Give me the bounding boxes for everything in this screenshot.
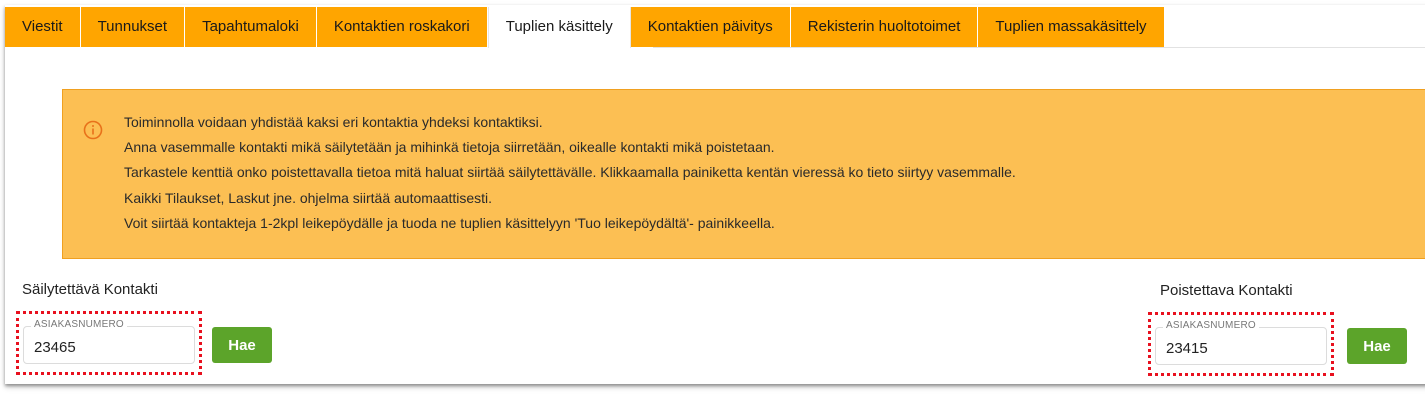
info-text: Toiminnolla voidaan yhdistää kaksi eri k… bbox=[124, 110, 1016, 236]
keep-field-label: ASIAKASNUMERO bbox=[31, 319, 127, 330]
tab-rekisterin-huoltotoimet[interactable]: Rekisterin huoltotoimet bbox=[790, 7, 979, 47]
tab-bar: Viestit Tunnukset Tapahtumaloki Kontakti… bbox=[5, 7, 1165, 49]
remove-contact-title: Poistettava Kontakti bbox=[1160, 282, 1293, 299]
info-box: Toiminnolla voidaan yhdistää kaksi eri k… bbox=[62, 89, 1425, 259]
remove-customer-number-input[interactable] bbox=[1166, 337, 1316, 359]
remove-search-button[interactable]: Hae bbox=[1347, 328, 1407, 364]
info-line: Tarkastele kenttiä onko poistettavalla t… bbox=[124, 164, 1016, 181]
main-panel: Viestit Tunnukset Tapahtumaloki Kontakti… bbox=[5, 5, 1425, 384]
keep-contact-title: Säilytettävä Kontakti bbox=[22, 281, 158, 298]
tab-tapahtumaloki[interactable]: Tapahtumaloki bbox=[185, 7, 317, 47]
tab-kontaktien-paivitys[interactable]: Kontaktien päivitys bbox=[630, 7, 791, 47]
remove-customer-number-field: ASIAKASNUMERO bbox=[1155, 320, 1327, 365]
tab-tunnukset[interactable]: Tunnukset bbox=[80, 7, 186, 47]
info-line: Anna vasemmalle kontakti mikä säilytetää… bbox=[124, 139, 775, 156]
info-line: Kaikki Tilaukset, Laskut jne. ohjelma si… bbox=[124, 189, 493, 206]
tab-divider bbox=[653, 47, 1425, 48]
tab-tuplien-kasittely[interactable]: Tuplien käsittely bbox=[487, 7, 631, 48]
info-icon bbox=[83, 120, 103, 140]
info-line: Voit siirtää kontakteja 1-2kpl leikepöyd… bbox=[124, 214, 775, 231]
tab-tuplien-massakasittely[interactable]: Tuplien massakäsittely bbox=[978, 7, 1165, 47]
tab-kontaktien-roskakori[interactable]: Kontaktien roskakori bbox=[316, 7, 488, 47]
keep-customer-number-input[interactable] bbox=[34, 336, 184, 358]
keep-search-button[interactable]: Hae bbox=[212, 327, 272, 363]
tab-viestit[interactable]: Viestit bbox=[5, 7, 81, 47]
keep-customer-number-field: ASIAKASNUMERO bbox=[23, 319, 195, 364]
remove-field-label: ASIAKASNUMERO bbox=[1163, 320, 1259, 331]
info-line: Toiminnolla voidaan yhdistää kaksi eri k… bbox=[124, 114, 543, 130]
